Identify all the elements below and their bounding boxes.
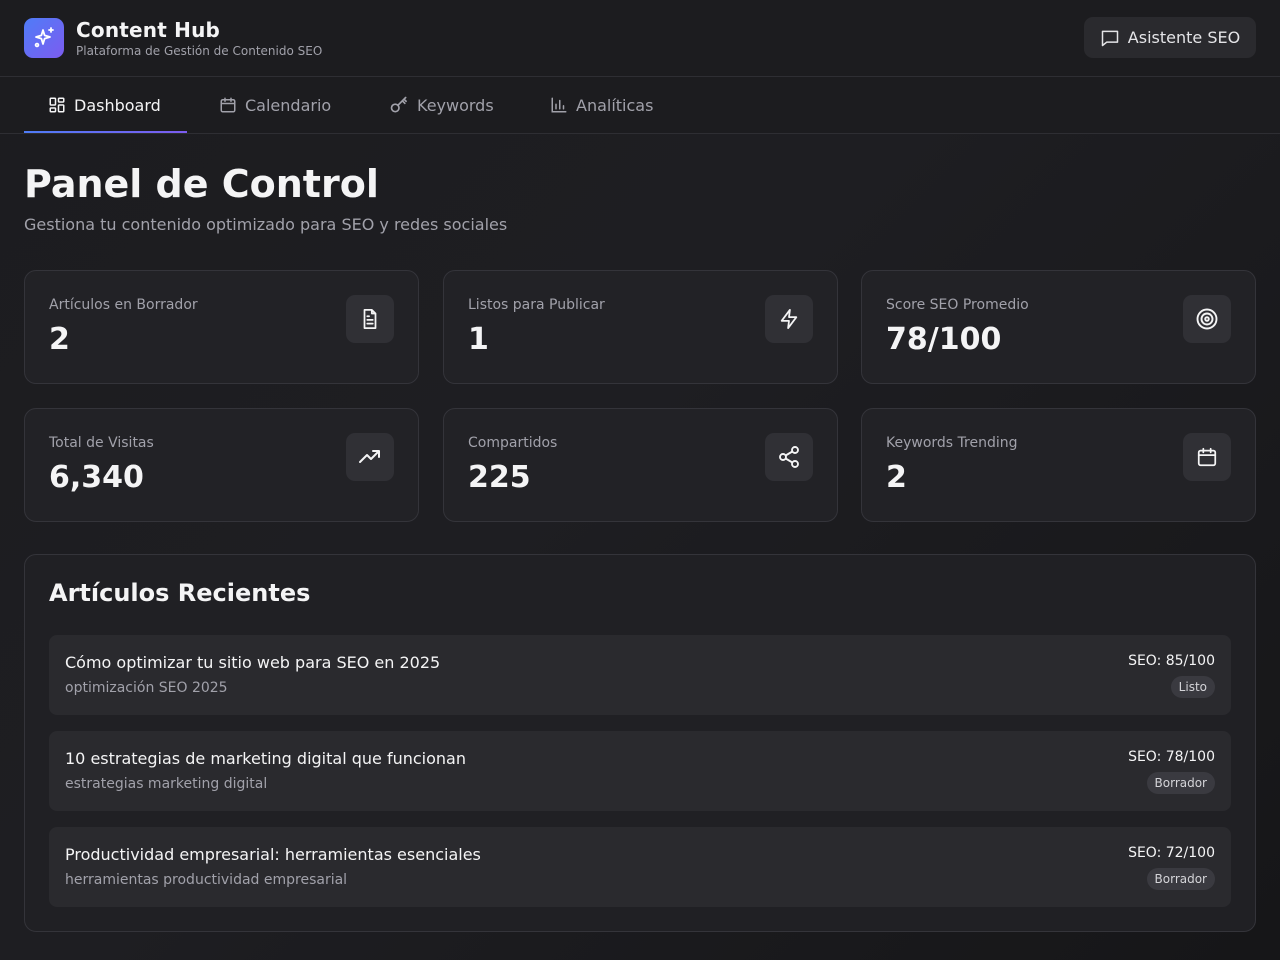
lightning-icon: [765, 295, 813, 343]
status-badge: Borrador: [1146, 772, 1215, 794]
main-nav: Dashboard Calendario Keywords Analíticas: [0, 77, 1280, 134]
bar-chart-icon: [550, 96, 568, 114]
target-icon: [1183, 295, 1231, 343]
app-subtitle: Plataforma de Gestión de Contenido SEO: [76, 44, 323, 58]
stat-value: 225: [468, 460, 531, 495]
tab-keywords[interactable]: Keywords: [389, 77, 494, 133]
stat-label: Keywords Trending: [886, 435, 1018, 451]
stat-card-drafts: Artículos en Borrador 2: [24, 270, 419, 384]
article-item[interactable]: Productividad empresarial: herramientas …: [49, 827, 1231, 907]
article-item[interactable]: 10 estrategias de marketing digital que …: [49, 731, 1231, 811]
article-item[interactable]: Cómo optimizar tu sitio web para SEO en …: [49, 635, 1231, 715]
page-subtitle: Gestiona tu contenido optimizado para SE…: [24, 215, 508, 234]
trending-up-icon: [346, 433, 394, 481]
article-seo-score: SEO: 72/100: [1128, 845, 1215, 861]
status-badge: Listo: [1170, 676, 1215, 698]
stat-card-seo-score: Score SEO Promedio 78/100: [861, 270, 1256, 384]
stat-label: Total de Visitas: [49, 435, 154, 451]
status-badge: Borrador: [1146, 868, 1215, 890]
seo-assistant-label: Asistente SEO: [1127, 28, 1241, 47]
app-header: Content Hub Plataforma de Gestión de Con…: [0, 0, 1280, 77]
dashboard-icon: [48, 96, 66, 114]
tab-dashboard[interactable]: Dashboard: [24, 77, 187, 133]
document-icon: [346, 295, 394, 343]
article-title: 10 estrategias de marketing digital que …: [65, 749, 466, 768]
app-title: Content Hub: [76, 18, 221, 42]
stat-value: 1: [468, 322, 489, 357]
article-seo-score: SEO: 85/100: [1128, 653, 1215, 669]
seo-assistant-button[interactable]: Asistente SEO: [1084, 17, 1256, 58]
stat-value: 6,340: [49, 460, 144, 495]
stat-label: Compartidos: [468, 435, 558, 451]
stat-value: 2: [886, 460, 907, 495]
article-title: Cómo optimizar tu sitio web para SEO en …: [65, 653, 441, 672]
article-seo-score: SEO: 78/100: [1128, 749, 1215, 765]
tab-analiticas[interactable]: Analíticas: [550, 77, 653, 133]
stat-card-shares: Compartidos 225: [443, 408, 838, 522]
stat-card-visits: Total de Visitas 6,340: [24, 408, 419, 522]
sparkles-icon: [32, 26, 56, 50]
tab-label: Calendario: [245, 95, 332, 115]
app-logo: [24, 18, 64, 58]
key-icon: [389, 95, 409, 115]
tab-label: Keywords: [417, 95, 494, 115]
chat-icon: [1100, 28, 1120, 48]
calendar-icon: [219, 96, 237, 114]
article-title: Productividad empresarial: herramientas …: [65, 845, 481, 864]
stat-label: Score SEO Promedio: [886, 297, 1029, 313]
stat-card-ready: Listos para Publicar 1: [443, 270, 838, 384]
stat-value: 2: [49, 322, 70, 357]
stat-label: Artículos en Borrador: [49, 297, 198, 313]
article-keywords: herramientas productividad empresarial: [65, 872, 348, 888]
tab-calendario[interactable]: Calendario: [219, 77, 331, 133]
share-icon: [765, 433, 813, 481]
tab-label: Analíticas: [576, 95, 654, 115]
recent-articles-title: Artículos Recientes: [49, 579, 311, 607]
stat-label: Listos para Publicar: [468, 297, 605, 313]
stat-value: 78/100: [886, 322, 1002, 357]
stat-card-keywords: Keywords Trending 2: [861, 408, 1256, 522]
page-title: Panel de Control: [24, 162, 379, 206]
article-keywords: estrategias marketing digital: [65, 776, 268, 792]
article-keywords: optimización SEO 2025: [65, 680, 228, 696]
tab-label: Dashboard: [74, 95, 161, 115]
calendar-icon: [1183, 433, 1231, 481]
recent-articles-panel: Artículos Recientes Cómo optimizar tu si…: [24, 554, 1256, 932]
